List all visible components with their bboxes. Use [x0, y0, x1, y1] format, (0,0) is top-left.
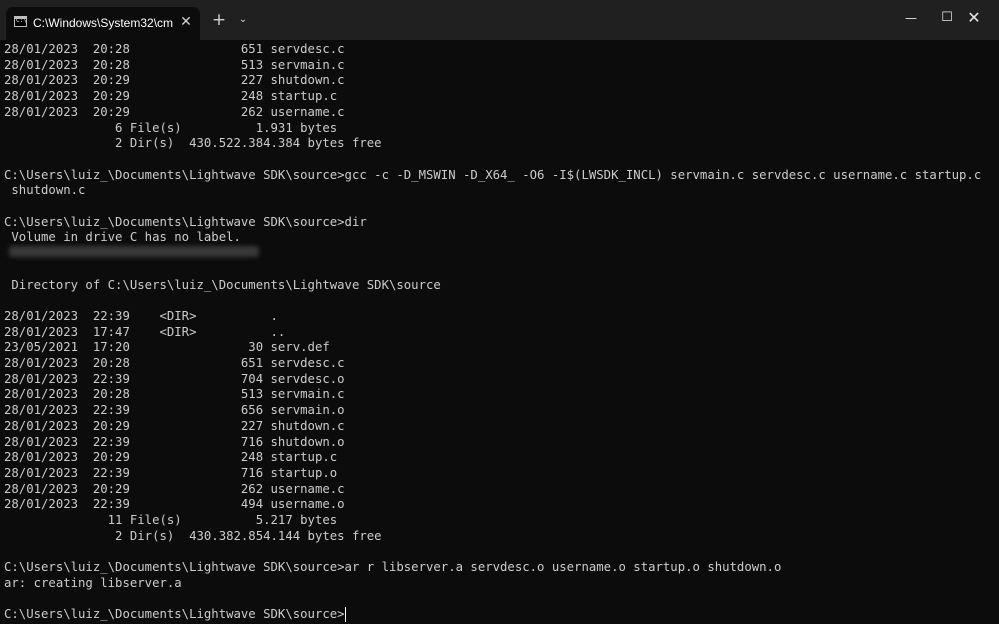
terminal-line: 28/01/2023 22:39 704 servdesc.o [4, 371, 345, 386]
tab-title: C:\Windows\System32\cmd.e [33, 16, 173, 30]
terminal-line: 2 Dir(s) 430.382.854.144 bytes free [4, 528, 382, 543]
terminal-line: 28/01/2023 22:39 494 username.o [4, 497, 345, 512]
terminal-line: 28/01/2023 20:29 227 shutdown.c [4, 73, 345, 88]
close-window-button[interactable]: ✕ [951, 4, 997, 32]
cmd-icon: C:\. [14, 16, 27, 27]
terminal-line: 28/01/2023 20:28 513 servmain.c [4, 387, 345, 402]
terminal-line: 28/01/2023 22:39 656 servmain.o [4, 403, 345, 418]
terminal-line: 28/01/2023 17:47 <DIR> .. [4, 324, 286, 339]
terminal-line: 28/01/2023 22:39 716 startup.o [4, 465, 338, 480]
terminal-line: C:\Users\luiz_\Documents\Lightwave SDK\s… [4, 167, 982, 182]
chevron-down-icon[interactable]: ⌄ [234, 10, 252, 30]
terminal-line: 28/01/2023 20:29 248 startup.c [4, 450, 338, 465]
terminal-line: 28/01/2023 22:39 716 shutdown.o [4, 434, 345, 449]
redacted-serial-number [9, 246, 259, 257]
terminal-line: 28/01/2023 20:29 262 username.c [4, 104, 345, 119]
new-tab-button[interactable]: + [208, 10, 230, 30]
tab-close-icon[interactable]: ✕ [178, 13, 194, 31]
terminal-line: 28/01/2023 20:29 227 shutdown.c [4, 418, 345, 433]
terminal-line: 6 File(s) 1.931 bytes [4, 120, 338, 135]
terminal-line: 23/05/2021 17:20 30 serv.def [4, 340, 330, 355]
terminal-line: Volume in drive C has no label. [4, 230, 241, 245]
terminal-output[interactable]: 28/01/2023 20:28 651 servdesc.c 28/01/202… [0, 40, 999, 624]
terminal-line: 2 Dir(s) 430.522.384.384 bytes free [4, 136, 382, 151]
terminal-line: ar: creating libserver.a [4, 575, 182, 590]
terminal-line: 28/01/2023 20:29 262 username.c [4, 481, 345, 496]
terminal-line: C:\Users\luiz_\Documents\Lightwave SDK\s… [4, 214, 367, 229]
terminal-line: C:\Users\luiz_\Documents\Lightwave SDK\s… [4, 607, 345, 622]
terminal-line: Directory of C:\Users\luiz_\Documents\Li… [4, 277, 441, 292]
terminal-line: 28/01/2023 20:28 651 servdesc.c [4, 356, 345, 370]
terminal-line: 11 File(s) 5.217 bytes [4, 513, 338, 527]
terminal-line: 28/01/2023 20:28 651 servdesc.c [4, 42, 345, 56]
tab-cmd[interactable]: C:\. C:\Windows\System32\cmd.e ✕ [6, 7, 200, 40]
terminal-line: 28/01/2023 20:29 248 startup.c [4, 89, 338, 104]
terminal-line: 28/01/2023 20:28 513 servmain.c [4, 57, 345, 72]
title-bar: C:\. C:\Windows\System32\cmd.e ✕ + ⌄ — ☐… [0, 0, 999, 40]
terminal-line: C:\Users\luiz_\Documents\Lightwave SDK\s… [4, 560, 782, 575]
text-cursor [345, 607, 346, 622]
terminal-line: 28/01/2023 22:39 <DIR> . [4, 308, 278, 323]
terminal-line: shutdown.c [4, 183, 86, 198]
